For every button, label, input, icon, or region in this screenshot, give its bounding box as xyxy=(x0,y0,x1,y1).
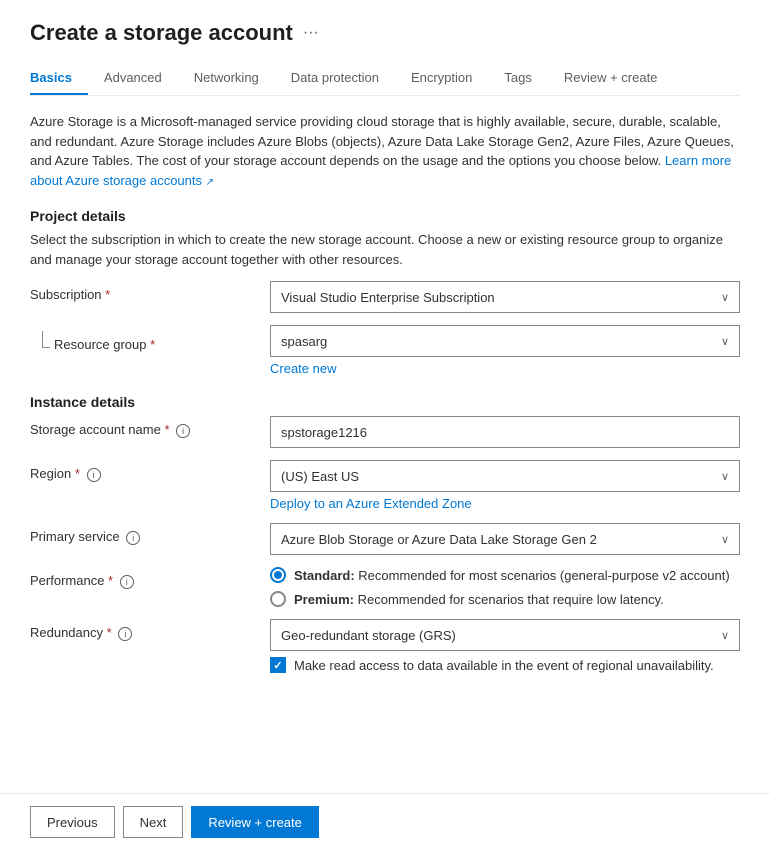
performance-label: Performance xyxy=(30,573,104,588)
primary-service-dropdown-arrow: ∨ xyxy=(721,533,729,546)
checkbox-checkmark: ✓ xyxy=(273,659,282,672)
region-label: Region xyxy=(30,466,71,481)
region-row: Region * i (US) East US ∨ Deploy to an A… xyxy=(30,460,740,511)
tab-review-create[interactable]: Review + create xyxy=(548,62,674,95)
subscription-required: * xyxy=(105,287,110,302)
previous-button[interactable]: Previous xyxy=(30,806,115,838)
bottom-action-bar: Previous Next Review + create xyxy=(0,793,770,850)
tabs-navigation: Basics Advanced Networking Data protecti… xyxy=(30,62,740,96)
primary-service-label: Primary service xyxy=(30,529,120,544)
deploy-link[interactable]: Deploy to an Azure Extended Zone xyxy=(270,496,740,511)
performance-premium-option[interactable]: Premium: Recommended for scenarios that … xyxy=(270,591,740,607)
storage-account-name-row: Storage account name * i xyxy=(30,416,740,448)
read-access-checkbox-row[interactable]: ✓ Make read access to data available in … xyxy=(270,657,740,673)
storage-account-name-input[interactable] xyxy=(270,416,740,448)
region-dropdown-arrow: ∨ xyxy=(721,470,729,483)
page-title: Create a storage account xyxy=(30,20,293,46)
project-details-description: Select the subscription in which to crea… xyxy=(30,230,740,269)
create-new-link[interactable]: Create new xyxy=(270,361,740,376)
tab-encryption[interactable]: Encryption xyxy=(395,62,488,95)
next-button[interactable]: Next xyxy=(123,806,184,838)
more-options-icon[interactable]: ··· xyxy=(303,24,319,42)
performance-premium-radio[interactable] xyxy=(270,591,286,607)
subscription-row: Subscription * Visual Studio Enterprise … xyxy=(30,281,740,313)
tab-advanced[interactable]: Advanced xyxy=(88,62,178,95)
performance-standard-dot xyxy=(274,571,282,579)
performance-info-icon[interactable]: i xyxy=(120,575,134,589)
tab-tags[interactable]: Tags xyxy=(488,62,547,95)
tab-networking[interactable]: Networking xyxy=(178,62,275,95)
redundancy-dropdown[interactable]: Geo-redundant storage (GRS) ∨ xyxy=(270,619,740,651)
subscription-dropdown-arrow: ∨ xyxy=(721,291,729,304)
storage-name-info-icon[interactable]: i xyxy=(176,424,190,438)
external-link-icon: ↗ xyxy=(206,177,214,188)
primary-service-dropdown[interactable]: Azure Blob Storage or Azure Data Lake St… xyxy=(270,523,740,555)
performance-radio-group: Standard: Recommended for most scenarios… xyxy=(270,567,740,607)
primary-service-row: Primary service i Azure Blob Storage or … xyxy=(30,523,740,555)
performance-standard-radio[interactable] xyxy=(270,567,286,583)
resource-group-row: Resource group * spasarg ∨ Create new xyxy=(30,325,740,376)
tab-data-protection[interactable]: Data protection xyxy=(275,62,395,95)
performance-premium-label: Premium: Recommended for scenarios that … xyxy=(294,592,664,607)
storage-account-name-label: Storage account name xyxy=(30,422,161,437)
review-create-button[interactable]: Review + create xyxy=(191,806,319,838)
tab-basics[interactable]: Basics xyxy=(30,62,88,95)
read-access-label: Make read access to data available in th… xyxy=(294,658,714,673)
redundancy-info-icon[interactable]: i xyxy=(118,627,132,641)
region-info-icon[interactable]: i xyxy=(87,468,101,482)
redundancy-label: Redundancy xyxy=(30,625,103,640)
page-description: Azure Storage is a Microsoft-managed ser… xyxy=(30,112,740,190)
redundancy-row: Redundancy * i Geo-redundant storage (GR… xyxy=(30,619,740,673)
instance-details-header: Instance details xyxy=(30,394,740,410)
performance-standard-label: Standard: Recommended for most scenarios… xyxy=(294,568,730,583)
project-details-header: Project details xyxy=(30,208,740,224)
read-access-checkbox[interactable]: ✓ xyxy=(270,657,286,673)
region-dropdown[interactable]: (US) East US ∨ xyxy=(270,460,740,492)
subscription-label: Subscription xyxy=(30,287,102,302)
resource-group-dropdown-arrow: ∨ xyxy=(721,335,729,348)
primary-service-info-icon[interactable]: i xyxy=(126,531,140,545)
resource-group-label: Resource group xyxy=(54,337,147,352)
performance-row: Performance * i Standard: Recommended fo… xyxy=(30,567,740,607)
resource-group-dropdown[interactable]: spasarg ∨ xyxy=(270,325,740,357)
performance-standard-option[interactable]: Standard: Recommended for most scenarios… xyxy=(270,567,740,583)
subscription-dropdown[interactable]: Visual Studio Enterprise Subscription ∨ xyxy=(270,281,740,313)
redundancy-dropdown-arrow: ∨ xyxy=(721,629,729,642)
